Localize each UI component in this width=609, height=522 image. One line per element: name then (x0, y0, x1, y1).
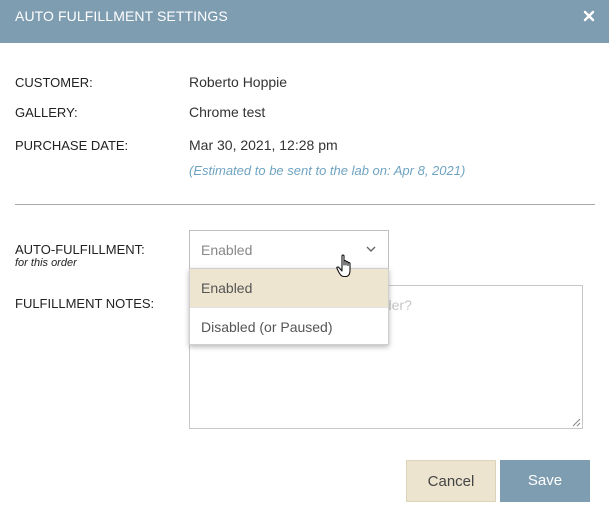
customer-value: Roberto Hoppie (189, 74, 288, 90)
purchase-date-value: Mar 30, 2021, 12:28 pm (189, 137, 338, 153)
purchase-date-label: PURCHASE DATE: (15, 138, 129, 153)
estimate-note: (Estimated to be sent to the lab on: Apr… (189, 163, 466, 178)
dialog-title: AUTO FULFILLMENT SETTINGS (15, 8, 228, 24)
auto-fulfillment-select[interactable]: Enabled (189, 230, 389, 269)
customer-label: CUSTOMER: (15, 75, 93, 90)
chevron-down-icon (366, 246, 376, 252)
dropdown-option-enabled[interactable]: Enabled (190, 269, 388, 307)
dropdown-option-disabled[interactable]: Disabled (or Paused) (190, 307, 388, 345)
dialog-header: AUTO FULFILLMENT SETTINGS (0, 0, 609, 43)
fulfillment-notes-label: FULFILLMENT NOTES: (15, 296, 155, 311)
gallery-label: GALLERY: (15, 105, 78, 120)
auto-fulfillment-dropdown: Enabled Disabled (or Paused) (189, 268, 389, 345)
auto-fulfillment-selected-value: Enabled (201, 242, 253, 258)
save-button[interactable]: Save (500, 460, 590, 502)
gallery-value: Chrome test (189, 104, 266, 120)
close-icon[interactable] (583, 9, 595, 23)
auto-fulfillment-sub-label: for this order (15, 257, 77, 269)
auto-fulfillment-label: AUTO-FULFILLMENT: (15, 242, 145, 257)
cancel-button[interactable]: Cancel (406, 460, 496, 502)
divider (15, 204, 595, 205)
hand-pointer-icon (336, 254, 351, 278)
resize-grip-icon[interactable] (571, 417, 581, 427)
